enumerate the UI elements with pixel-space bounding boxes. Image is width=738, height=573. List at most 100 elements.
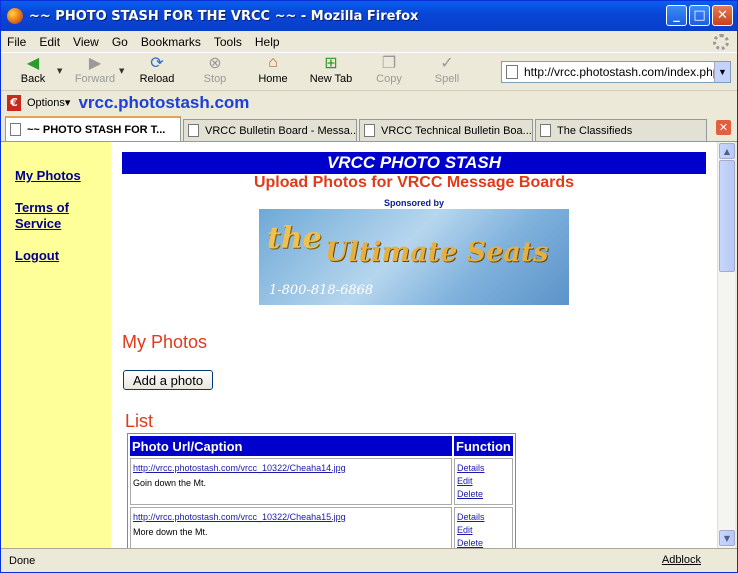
function-cell: Details Edit Delete (454, 507, 513, 548)
close-tab-icon[interactable]: ✕ (716, 120, 731, 135)
home-button[interactable]: ⌂ Home (247, 53, 299, 85)
vertical-scrollbar[interactable]: ▲ ▼ (717, 142, 735, 548)
firefox-logo-icon (7, 8, 23, 24)
stop-label: Stop (203, 73, 227, 85)
home-icon: ⌂ (268, 54, 278, 71)
sponsored-label: Sponsored by (383, 198, 444, 208)
navigation-toolbar: ◀ Back ▼ ▶ Forward ▼ ⟳ Reload ⊗ Stop ⌂ H… (1, 52, 737, 90)
sidebar-link-my-photos[interactable]: My Photos (15, 168, 111, 184)
function-cell: Details Edit Delete (454, 458, 513, 505)
table-header-row: Photo Url/Caption Function (130, 436, 513, 456)
photo-url-link[interactable]: http://vrcc.photostash.com/vrcc_10322/Ch… (133, 462, 449, 475)
window-controls: _ □ ✕ (666, 5, 733, 26)
menu-bar: File Edit View Go Bookmarks Tools Help (1, 31, 737, 52)
throbber-icon (713, 34, 729, 50)
back-history-dropdown-icon[interactable]: ▼ (57, 53, 65, 75)
home-label: Home (258, 73, 288, 85)
back-label: Back (20, 73, 46, 85)
menu-view[interactable]: View (73, 35, 99, 49)
list-heading: List (125, 411, 154, 431)
photo-url-link[interactable]: http://vrcc.photostash.com/vrcc_10322/Ch… (133, 511, 449, 524)
ad-the-text: the (267, 221, 322, 256)
photo-caption: More down the Mt. (133, 527, 208, 537)
page-icon (506, 65, 518, 79)
menu-file[interactable]: File (7, 35, 26, 49)
copy-icon: ❐ (381, 55, 397, 72)
back-arrow-icon: ◀ (26, 55, 40, 72)
status-bar: Done Adblock (1, 548, 737, 572)
delete-link[interactable]: Delete (457, 537, 510, 548)
spell-check-icon: ✓ (440, 55, 454, 72)
options-menu[interactable]: Options▾ (27, 96, 70, 109)
ad-brand-text: Ultimate Seats (325, 237, 549, 268)
photo-cell: http://vrcc.photostash.com/vrcc_10322/Ch… (130, 507, 452, 548)
forward-label: Forward (74, 73, 116, 85)
ad-phone-text: 1-800-818-6868 (269, 283, 374, 298)
adblock-button[interactable]: Adblock (662, 554, 701, 566)
table-row: http://vrcc.photostash.com/vrcc_10322/Ch… (130, 507, 513, 548)
sidebar-link-logout[interactable]: Logout (15, 248, 111, 264)
menu-tools[interactable]: Tools (214, 35, 242, 49)
site-banner: VRCC PHOTO STASH (122, 152, 706, 174)
table-row: http://vrcc.photostash.com/vrcc_10322/Ch… (130, 458, 513, 505)
delete-link[interactable]: Delete (457, 488, 510, 501)
tab-classifieds[interactable]: The Classifieds (535, 119, 707, 141)
page-subtitle: Upload Photos for VRCC Message Boards (253, 174, 575, 191)
sidebar: My Photos Terms of Service Logout (1, 142, 111, 548)
menu-bookmarks[interactable]: Bookmarks (141, 35, 201, 49)
reload-label: Reload (139, 73, 175, 85)
tab-label: The Classifieds (557, 124, 633, 137)
details-link[interactable]: Details (457, 462, 510, 475)
reload-icon: ⟳ (150, 55, 164, 72)
copy-button[interactable]: ❐ Copy (363, 53, 415, 85)
tab-technical-bulletin-board[interactable]: VRCC Technical Bulletin Boa... (359, 119, 533, 141)
forward-arrow-icon: ▶ (88, 55, 102, 72)
window-title: ~~ PHOTO STASH FOR THE VRCC ~~ - Mozilla… (29, 8, 419, 24)
menu-edit[interactable]: Edit (39, 35, 60, 49)
stop-button[interactable]: ⊗ Stop (189, 53, 241, 85)
column-header-url: Photo Url/Caption (130, 436, 452, 456)
add-photo-button[interactable]: Add a photo (123, 370, 214, 390)
page-icon (364, 124, 375, 137)
copy-label: Copy (376, 73, 402, 85)
edit-link[interactable]: Edit (457, 524, 510, 537)
tab-strip: ~~ PHOTO STASH FOR T... VRCC Bulletin Bo… (1, 114, 737, 142)
new-tab-button[interactable]: ⊞ New Tab (305, 53, 357, 85)
tab-photo-stash[interactable]: ~~ PHOTO STASH FOR T... (5, 116, 181, 141)
options-toolbar: € Options▾ vrcc.photostash.com (1, 90, 737, 114)
url-history-dropdown-icon[interactable]: ▼ (714, 62, 730, 82)
title-bar: ~~ PHOTO STASH FOR THE VRCC ~~ - Mozilla… (1, 1, 737, 31)
sidebar-link-terms-of-service[interactable]: Terms of Service (15, 200, 85, 232)
menu-go[interactable]: Go (112, 35, 128, 49)
tab-bulletin-board[interactable]: VRCC Bulletin Board - Messa... (183, 119, 357, 141)
url-input[interactable]: http://vrcc.photostash.com/index.php (524, 65, 714, 79)
url-bar[interactable]: http://vrcc.photostash.com/index.php ▼ (501, 61, 731, 83)
site-name-label: vrcc.photostash.com (78, 92, 250, 112)
page-icon (10, 123, 21, 136)
sponsor-ad-banner[interactable]: the Ultimate Seats 1-800-818-6868 (259, 209, 569, 305)
scrollbar-thumb[interactable] (719, 160, 735, 272)
maximize-button[interactable]: □ (689, 5, 710, 26)
menu-help[interactable]: Help (255, 35, 280, 49)
minimize-button[interactable]: _ (666, 5, 687, 26)
edit-link[interactable]: Edit (457, 475, 510, 488)
tab-label: VRCC Technical Bulletin Boa... (381, 124, 532, 137)
extension-logo-icon: € (7, 94, 21, 111)
tab-label: VRCC Bulletin Board - Messa... (205, 124, 357, 137)
column-header-function: Function (454, 436, 513, 456)
reload-button[interactable]: ⟳ Reload (131, 53, 183, 85)
details-link[interactable]: Details (457, 511, 510, 524)
back-button[interactable]: ◀ Back (7, 53, 59, 85)
forward-history-dropdown-icon[interactable]: ▼ (119, 53, 127, 75)
forward-button[interactable]: ▶ Forward (69, 53, 121, 85)
close-window-button[interactable]: ✕ (712, 5, 733, 26)
photo-cell: http://vrcc.photostash.com/vrcc_10322/Ch… (130, 458, 452, 505)
page-icon (540, 124, 551, 137)
tab-label: ~~ PHOTO STASH FOR T... (27, 123, 166, 136)
main-content: VRCC PHOTO STASH Upload Photos for VRCC … (111, 142, 717, 548)
page-viewport: My Photos Terms of Service Logout VRCC P… (1, 142, 717, 548)
scroll-down-arrow-icon[interactable]: ▼ (719, 530, 735, 546)
spell-button[interactable]: ✓ Spell (421, 53, 473, 85)
browser-window: ~~ PHOTO STASH FOR THE VRCC ~~ - Mozilla… (0, 0, 738, 573)
scroll-up-arrow-icon[interactable]: ▲ (719, 143, 735, 159)
